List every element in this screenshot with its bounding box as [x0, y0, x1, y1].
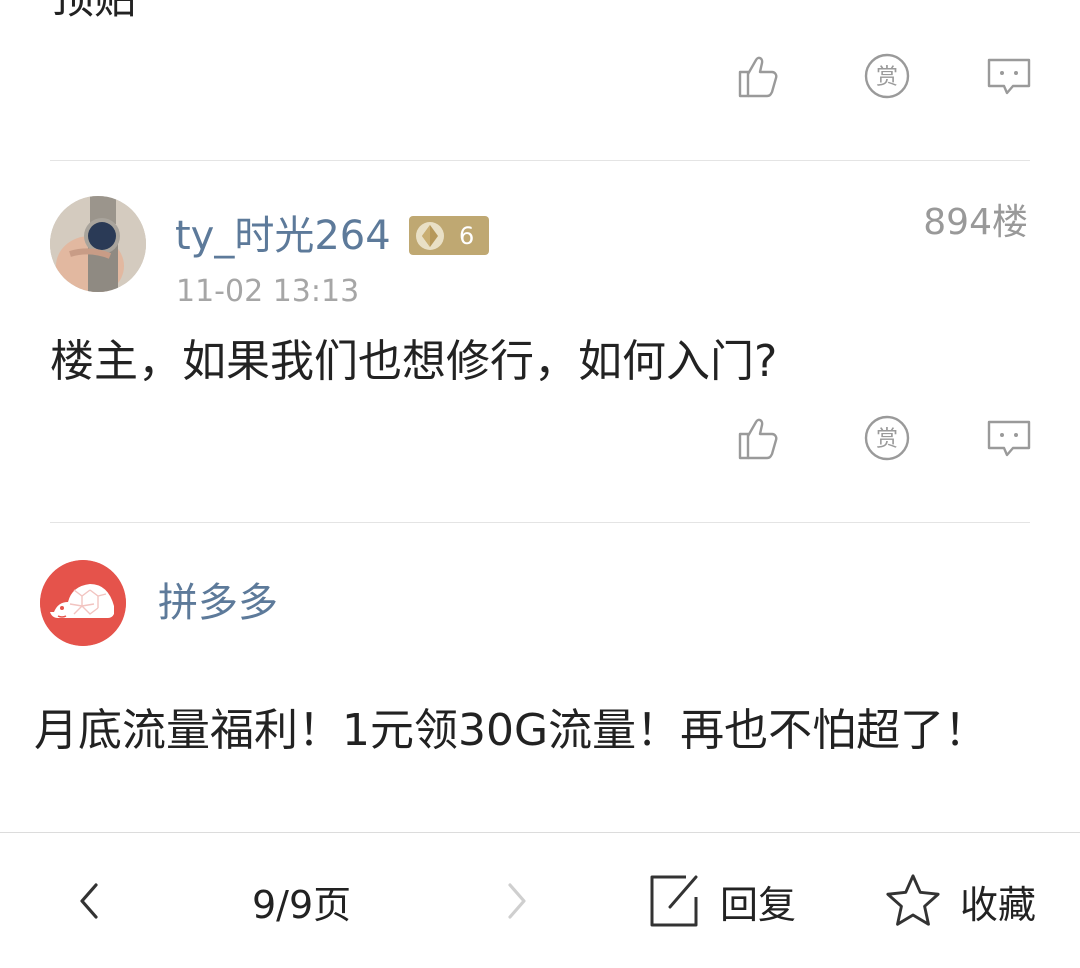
ad-content[interactable]: 月底流量福利！1元领30G流量！再也不怕超了！ — [34, 676, 1024, 786]
ad-avatar[interactable] — [40, 560, 126, 646]
thumbs-up-icon[interactable] — [735, 52, 783, 100]
comment-icon[interactable] — [985, 52, 1033, 100]
post-reply-page: 顶贴 赏 — [0, 0, 1080, 968]
edit-icon — [650, 875, 698, 927]
star-icon — [886, 874, 940, 926]
level-badge: 6 — [409, 216, 489, 255]
floor-number: 894楼 — [923, 202, 1028, 243]
divider — [50, 522, 1030, 523]
prev-page-button[interactable] — [70, 833, 120, 968]
favorite-label: 收藏 — [960, 882, 1037, 927]
reward-glyph: 赏 — [876, 427, 898, 452]
avatar[interactable] — [50, 196, 146, 292]
chevron-right-icon — [508, 883, 526, 919]
reply-actions: 赏 — [0, 410, 1080, 470]
comment-icon[interactable] — [985, 414, 1033, 462]
previous-post-text: 顶贴 — [52, 0, 136, 20]
page-indicator-button[interactable]: 9/9页 — [252, 833, 351, 968]
favorite-button[interactable]: 收藏 — [884, 833, 1036, 968]
level-number: 6 — [459, 221, 475, 250]
reward-icon[interactable]: 赏 — [863, 414, 911, 462]
thumbs-up-icon[interactable] — [735, 414, 783, 462]
diamond-icon — [416, 221, 444, 250]
ad-author-name[interactable]: 拼多多 — [158, 578, 278, 628]
username[interactable]: ty_时光264 — [175, 212, 391, 260]
pinduoduo-logo-icon — [40, 560, 126, 646]
next-page-button[interactable] — [496, 833, 546, 968]
reward-icon[interactable]: 赏 — [863, 52, 911, 100]
previous-post-actions: 赏 — [0, 48, 1080, 108]
divider — [50, 160, 1030, 161]
reply-button[interactable]: 回复 — [646, 833, 796, 968]
bottom-toolbar: 9/9页 回复 收藏 — [0, 832, 1080, 968]
post-time: 11-02 13:13 — [176, 274, 360, 309]
reward-glyph: 赏 — [876, 65, 898, 90]
chevron-left-icon — [80, 883, 98, 919]
post-content: 楼主，如果我们也想修行，如何入门? — [50, 336, 778, 387]
page-indicator: 9/9页 — [252, 882, 352, 927]
reply-label: 回复 — [720, 882, 797, 927]
